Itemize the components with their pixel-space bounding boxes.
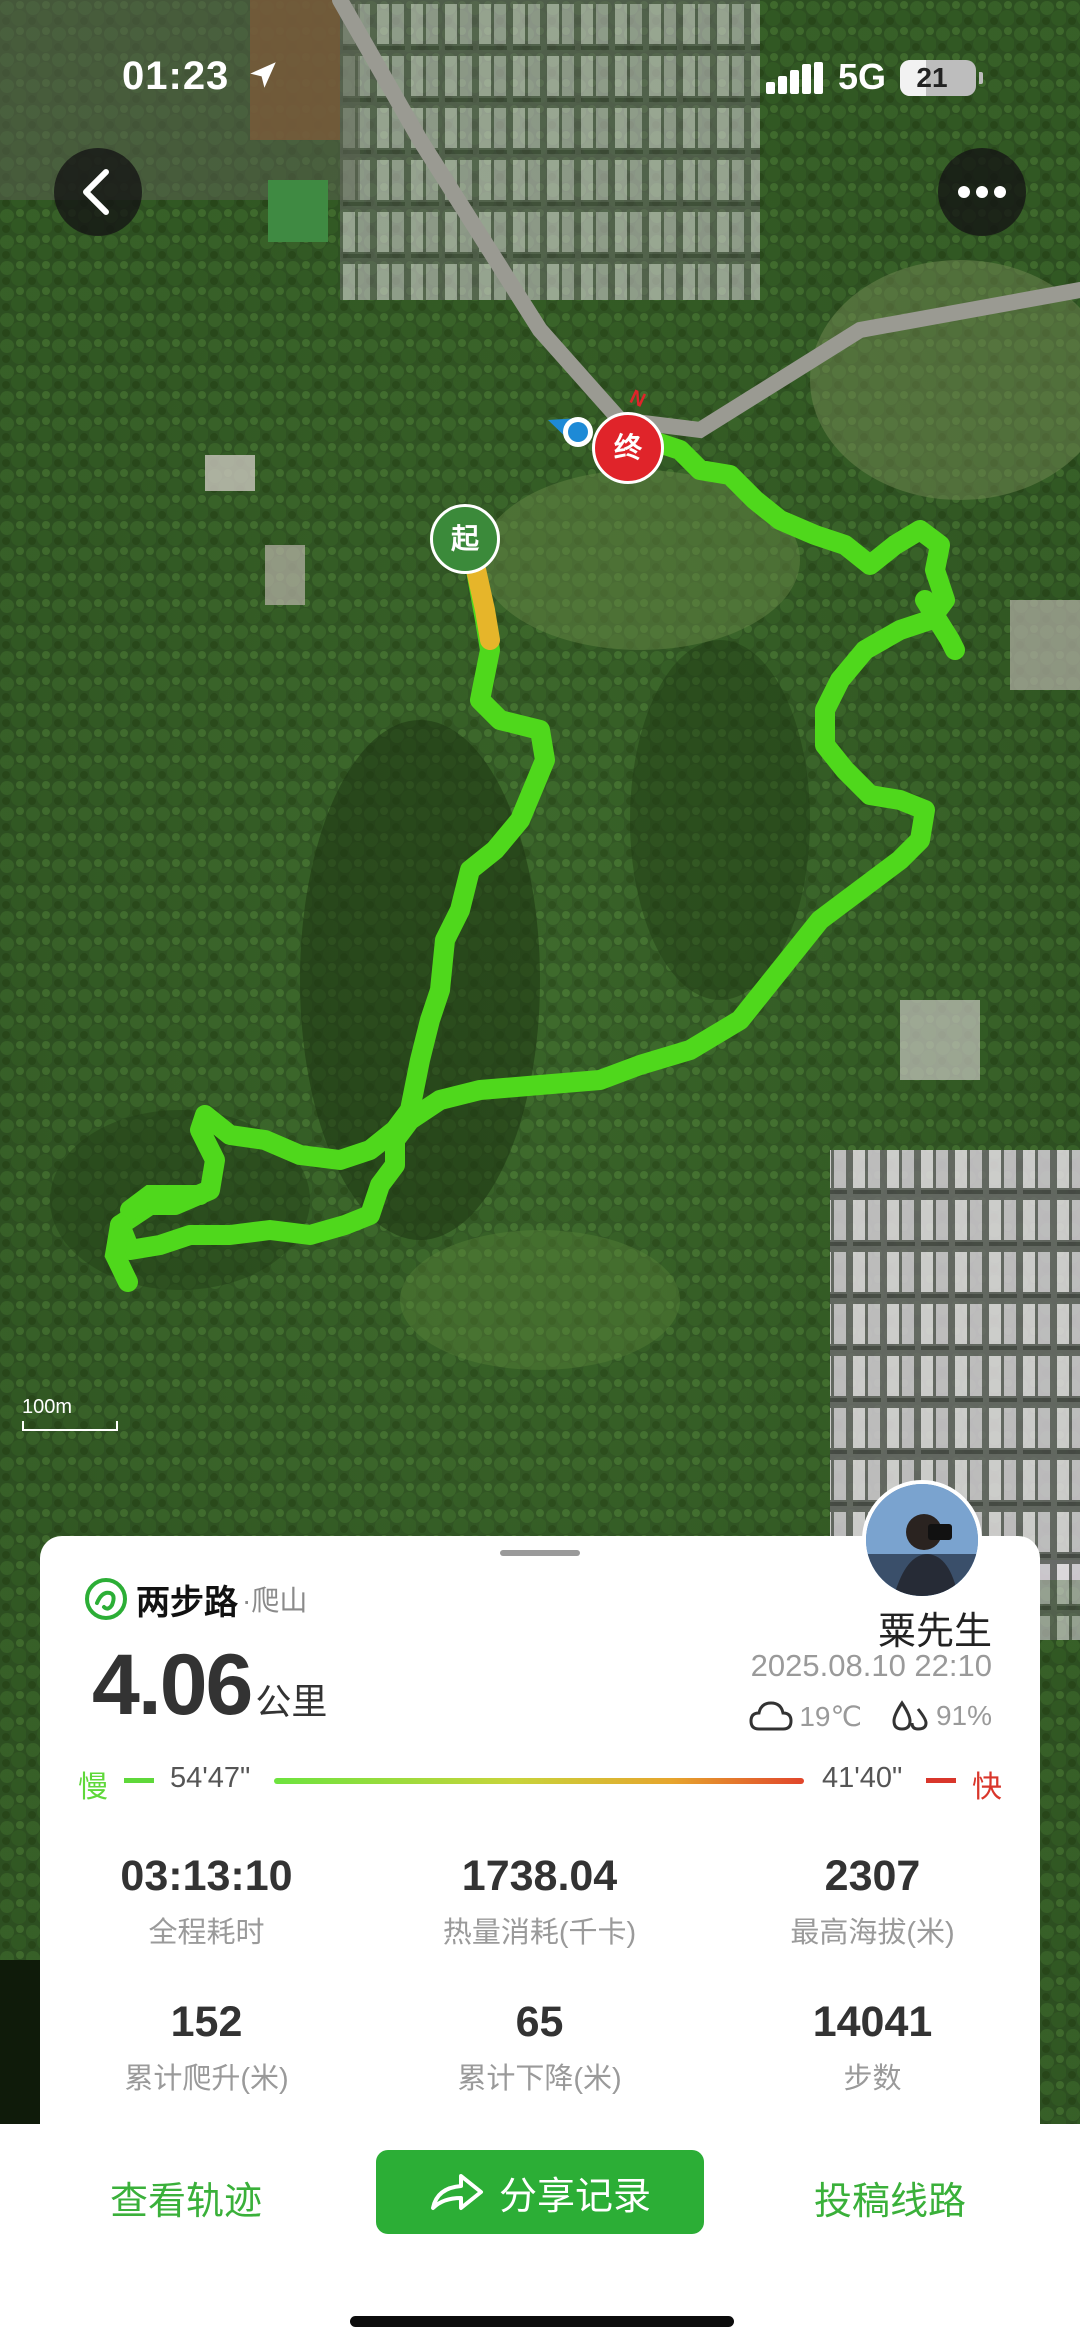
chevron-left-icon [83, 169, 109, 215]
brand-logo-icon [85, 1578, 127, 1620]
start-marker-label: 起 [450, 523, 479, 554]
end-marker[interactable]: 终 [592, 412, 664, 484]
battery-level: 21 [916, 62, 948, 93]
more-button[interactable] [938, 148, 1026, 236]
share-label: 分享记录 [498, 2175, 651, 2218]
pace-slow-time: 54'47" [170, 1762, 251, 1794]
activity-summary-card[interactable]: 两步路 ·爬山 4.06 公里 粟先生 2025.08.10 22:10 19℃… [40, 1480, 1040, 2136]
stat-label: 累计爬升(米) [124, 2063, 289, 2095]
back-button[interactable] [54, 148, 142, 236]
distance-value: 4.06 [92, 1637, 253, 1733]
stat-calories: 1738.04 热量消耗(千卡) [373, 1852, 706, 1951]
stat-duration: 03:13:10 全程耗时 [40, 1852, 373, 1951]
status-bar: 01:23 5G 21 [0, 0, 1080, 140]
map-scale: 100m [22, 1396, 118, 1431]
stat-value: 1738.04 [461, 1852, 618, 1900]
activity-datetime: 2025.08.10 22:10 [750, 1648, 992, 1683]
stat-label: 累计下降(米) [457, 2063, 622, 2095]
battery-icon: 21 [900, 60, 983, 96]
more-dots-icon [958, 186, 1006, 198]
avatar[interactable] [862, 1480, 982, 1600]
view-track-button[interactable]: 查看轨迹 [110, 2170, 262, 2225]
submit-route-button[interactable]: 投稿线路 [814, 2170, 966, 2225]
network-type: 5G [838, 56, 887, 97]
activity-category: ·爬山 [242, 1585, 308, 1616]
stat-max-altitude: 2307 最高海拔(米) [706, 1852, 1039, 1951]
stat-descent: 65 累计下降(米) [373, 1998, 706, 2097]
start-marker[interactable]: 起 [430, 504, 500, 574]
stat-value: 2307 [824, 1852, 921, 1900]
stat-label: 最高海拔(米) [790, 1917, 955, 1949]
distance: 4.06 公里 [92, 1636, 327, 1735]
share-record-button[interactable]: 分享记录 [376, 2150, 704, 2234]
stat-label: 热量消耗(千卡) [442, 1917, 637, 1949]
pace-gradient-bar [274, 1778, 804, 1784]
stat-value: 03:13:10 [120, 1852, 293, 1900]
stat-value: 14041 [812, 1998, 933, 2046]
stat-ascent: 152 累计爬升(米) [40, 1998, 373, 2097]
stat-label: 步数 [843, 2063, 902, 2095]
brand-name: 两步路 [136, 1583, 238, 1622]
scale-label: 100m [22, 1396, 73, 1418]
humidity: 91% [935, 1700, 992, 1731]
humidity-icon [892, 1700, 928, 1731]
drag-handle[interactable] [500, 1550, 580, 1556]
weather-info: 19℃ 91% [749, 1696, 992, 1736]
scale-bar [22, 1421, 118, 1431]
pace-fast-time: 41'40" [822, 1762, 903, 1794]
avatar-image [866, 1484, 978, 1596]
brand-logo: 两步路 ·爬山 [84, 1574, 307, 1624]
end-marker-label: 终 [613, 432, 642, 463]
stat-value: 65 [515, 1998, 564, 2046]
status-time: 01:23 [122, 54, 230, 98]
cloud-icon [749, 1701, 793, 1731]
bottom-action-bar: 查看轨迹 分享记录 投稿线路 [0, 2124, 1080, 2346]
pace-fast-swatch [926, 1778, 956, 1783]
home-indicator[interactable] [350, 2316, 734, 2327]
share-arrow-icon [430, 2174, 483, 2210]
username: 粟先生 [877, 1611, 992, 1653]
pace-slow-swatch [124, 1778, 154, 1783]
stat-steps: 14041 步数 [706, 1998, 1039, 2097]
location-arrow-icon [250, 62, 276, 88]
stat-label: 全程耗时 [148, 1917, 265, 1949]
temperature: 19℃ [799, 1700, 862, 1732]
distance-unit: 公里 [255, 1681, 328, 1722]
pace-legend: 慢 54'47" 41'40" 快 [78, 1760, 1008, 1804]
pace-fast-label: 快 [972, 1771, 1002, 1804]
signal-icon [766, 62, 823, 94]
pace-slow-label: 慢 [78, 1771, 108, 1804]
stat-value: 152 [170, 1998, 243, 2046]
